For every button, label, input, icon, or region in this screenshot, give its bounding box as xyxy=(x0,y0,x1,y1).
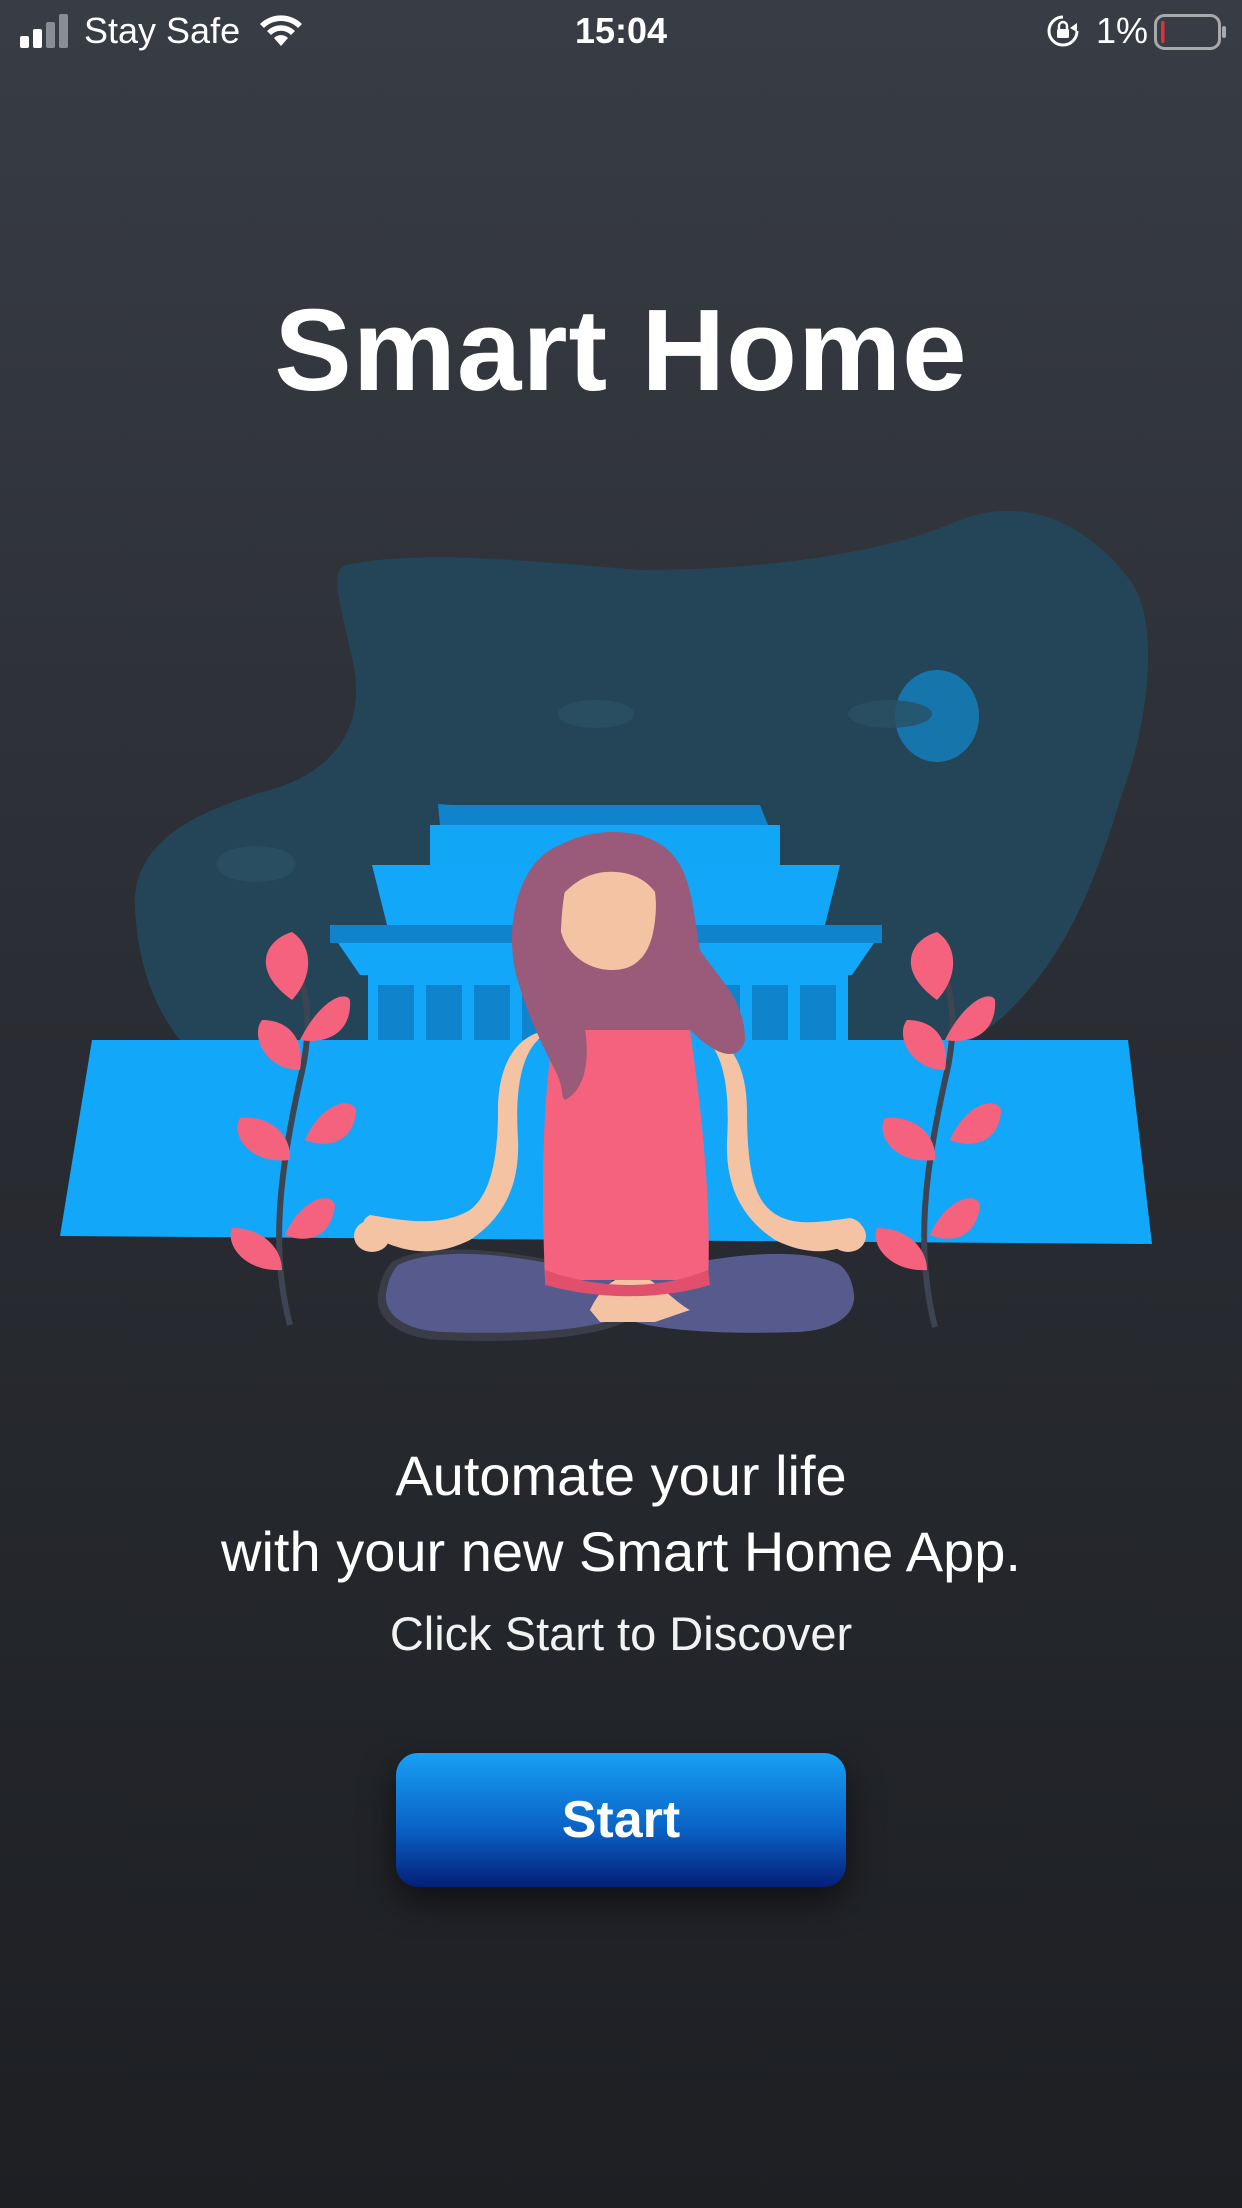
tagline: Automate your life with your new Smart H… xyxy=(0,1438,1242,1590)
subtitle: Click Start to Discover xyxy=(389,1607,853,1660)
page-title: Smart Home xyxy=(274,285,968,415)
meditation-illustration xyxy=(60,510,1152,1341)
battery-icon xyxy=(1154,14,1226,50)
status-bar: Stay Safe 15:04 1% xyxy=(0,0,1242,62)
tagline-line-2: with your new Smart Home App. xyxy=(221,1520,1021,1583)
start-button[interactable]: Start xyxy=(396,1753,846,1887)
battery-percent: 1% xyxy=(1096,10,1149,51)
rotation-lock-icon xyxy=(1047,15,1079,47)
tagline-line-1: Automate your life xyxy=(395,1444,847,1507)
